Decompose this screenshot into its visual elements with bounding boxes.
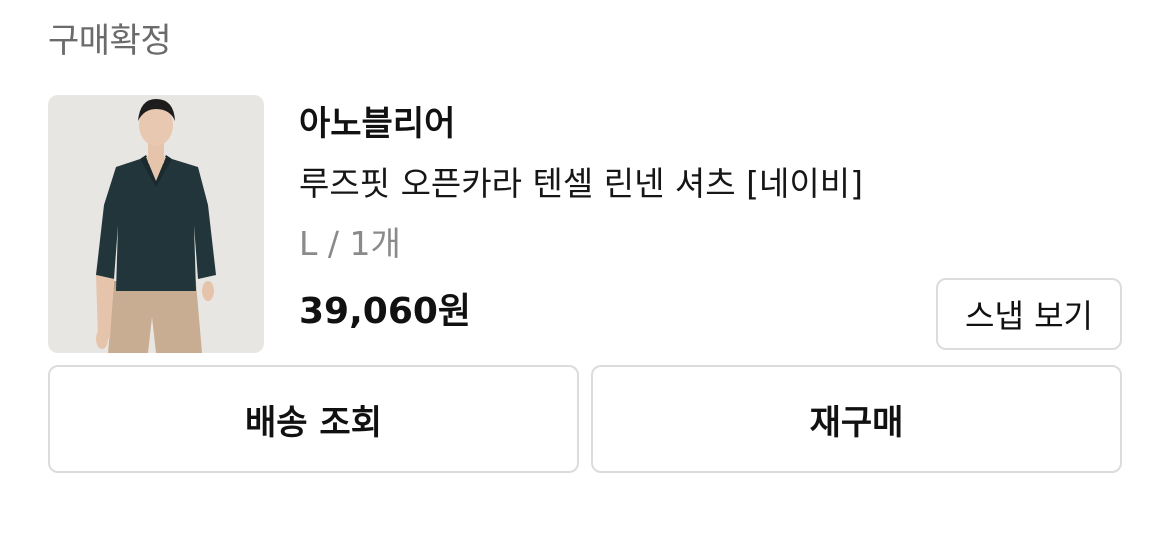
rebuy-button[interactable]: 재구매 — [591, 365, 1122, 473]
product-name[interactable]: 루즈핏 오픈카라 텐셀 린넨 셔츠 [네이비] — [299, 161, 863, 207]
brand-name[interactable]: 아노블리어 — [299, 101, 455, 147]
product-photo-image — [48, 95, 264, 353]
product-price: 39,060원 — [299, 291, 472, 332]
product-option: L / 1개 — [299, 224, 401, 263]
order-status: 구매확정 — [48, 21, 172, 61]
delivery-tracking-button[interactable]: 배송 조회 — [48, 365, 579, 473]
snap-view-button[interactable]: 스냅 보기 — [936, 278, 1122, 350]
product-thumbnail[interactable] — [48, 95, 264, 353]
